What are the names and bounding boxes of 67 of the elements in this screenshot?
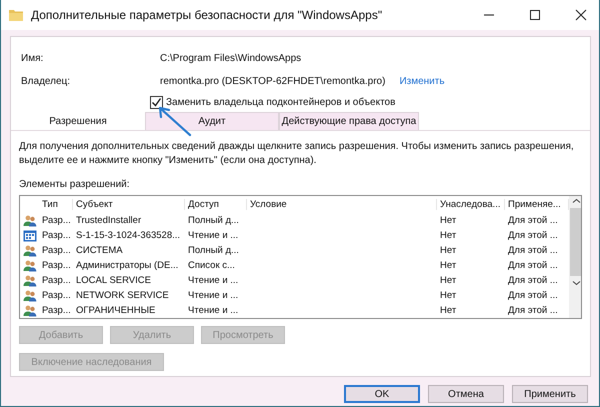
table-cell: Нет: [440, 275, 456, 286]
table-cell: Чтение и ...: [188, 305, 238, 316]
owner-value: remontka.pro (DESKTOP-62FHDET\remontka.pro): [160, 76, 386, 87]
change-owner-link[interactable]: Изменить: [399, 76, 445, 87]
table-cell: Разр...: [42, 290, 71, 301]
replace-owner-checkbox[interactable]: [150, 96, 163, 108]
table-cell: Разр...: [42, 275, 71, 286]
tab[interactable]: Аудит: [145, 112, 279, 130]
table-cell: LOCAL SERVICE: [76, 275, 151, 286]
table-cell: S-1-15-3-1024-363528...: [76, 230, 180, 241]
table-cell: Для этой ...: [508, 260, 558, 271]
tab[interactable]: Действующие права доступа: [279, 112, 419, 130]
table-cell: СИСТЕМА: [76, 245, 123, 256]
column-header[interactable]: Субъект: [73, 199, 185, 210]
column-header[interactable]: Тип: [39, 199, 73, 210]
folder-icon: [9, 9, 23, 21]
table-cell: Нет: [440, 260, 456, 271]
table-cell: Для этой ...: [508, 215, 558, 226]
annotation-arrow: [156, 105, 192, 137]
table-cell: Чтение и ...: [188, 275, 238, 286]
table-cell: Нет: [440, 290, 456, 301]
users-icon: [22, 214, 36, 226]
table-cell: ОГРАНИЧЕННЫЕ: [76, 305, 156, 316]
table-cell: Список с...: [188, 260, 235, 271]
table-cell: Для этой ...: [508, 230, 558, 241]
table-cell: Для этой ...: [508, 290, 558, 301]
column-header[interactable]: Доступ: [185, 199, 247, 210]
table-cell: Полный д...: [188, 245, 239, 256]
dialog-button[interactable]: OK: [344, 385, 420, 403]
table-cell: Разр...: [42, 260, 71, 271]
table-cell: Нет: [440, 245, 456, 256]
table-cell: Нет: [440, 215, 456, 226]
dialog-button[interactable]: Отмена: [428, 385, 504, 403]
users-icon: [22, 244, 36, 256]
close-icon[interactable]: [575, 9, 587, 21]
table-cell: Нет: [440, 305, 456, 316]
table-cell: Администраторы (DE...: [76, 260, 178, 271]
table-cell: Разр...: [42, 215, 71, 226]
list-label: Элементы разрешений:: [19, 179, 131, 190]
users-icon: [22, 260, 36, 272]
name-label: Имя:: [21, 53, 44, 64]
table-cell: TrustedInstaller: [76, 215, 142, 226]
maximize-icon[interactable]: [529, 9, 541, 21]
table-cell: Чтение и ...: [188, 230, 238, 241]
dialog-button[interactable]: Применить: [512, 385, 588, 403]
table-cell: Для этой ...: [508, 245, 558, 256]
table-cell: Чтение и ...: [188, 290, 238, 301]
table-cell: Нет: [440, 230, 456, 241]
table-cell: Для этой ...: [508, 275, 558, 286]
table-cell: Для этой ...: [508, 305, 558, 316]
users-icon: [22, 290, 36, 302]
table-cell: Разр...: [42, 305, 71, 316]
window-title: Дополнительные параметры безопасности для "WindowsApps": [31, 8, 382, 22]
users-icon: [22, 274, 36, 286]
table-cell: Разр...: [42, 230, 71, 241]
column-header[interactable]: Условие: [247, 199, 437, 210]
owner-label: Владелец:: [21, 76, 72, 87]
column-header[interactable]: Унаследова...: [437, 199, 505, 210]
table-cell: Полный д...: [188, 215, 239, 226]
description-text: Для получения дополнительных сведений дважды щелкните запись разрешения. Чтобы изменить запись разрешения, выделите ее и нажмите кнопку "Изменить" (если она доступна).: [19, 140, 575, 168]
users-icon: [22, 304, 36, 316]
path-value: C:\Program Files\WindowsApps: [160, 53, 302, 64]
table-cell: NETWORK SERVICE: [76, 290, 169, 301]
scrollbar[interactable]: [569, 196, 581, 318]
table-cell: Разр...: [42, 245, 71, 256]
replace-owner-label: Заменить владельца подконтейнеров и объектов: [166, 96, 396, 108]
app-icon: [22, 230, 36, 242]
